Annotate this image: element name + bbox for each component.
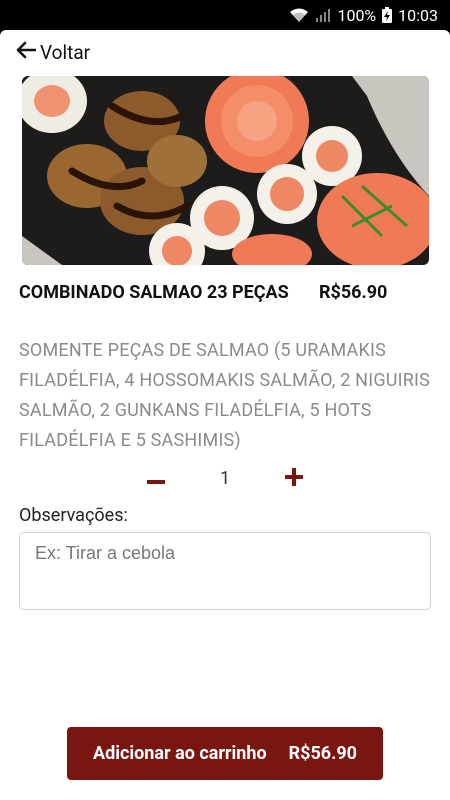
notes-field[interactable] (19, 532, 431, 610)
wifi-icon (289, 7, 309, 23)
product-description: SOMENTE PEÇAS DE SALMAO (5 URAMAKIS FILA… (19, 340, 431, 451)
decrease-quantity-button[interactable] (141, 464, 171, 494)
product-price: R$56.90 (319, 282, 388, 303)
quantity-stepper: 1 (0, 464, 450, 494)
status-bar: 100% 10:03 (0, 0, 450, 30)
quantity-value: 1 (219, 468, 231, 489)
battery-charging-icon (382, 7, 393, 23)
add-to-cart-label: Adicionar ao carrinho (92, 743, 267, 764)
add-to-cart-price: R$56.90 (288, 743, 358, 764)
notes-label: Observações: (19, 505, 128, 526)
plus-icon (285, 468, 303, 490)
product-name: COMBINADO SALMAO 23 PEÇAS (19, 282, 289, 303)
signal-icon (315, 7, 331, 23)
back-label: Voltar (40, 41, 91, 64)
clock: 10:03 (398, 5, 438, 25)
back-button[interactable]: Voltar (16, 41, 90, 64)
product-image (22, 76, 429, 265)
minus-icon (147, 470, 165, 489)
battery-percent: 100% (337, 5, 377, 25)
add-to-cart-button[interactable]: Adicionar ao carrinho R$56.90 (67, 727, 383, 780)
increase-quantity-button[interactable] (279, 464, 309, 494)
product-detail-screen: Voltar COMBINADO SALMAO 23 PEÇAS R$56.90… (0, 30, 450, 800)
arrow-left-icon (16, 41, 37, 64)
